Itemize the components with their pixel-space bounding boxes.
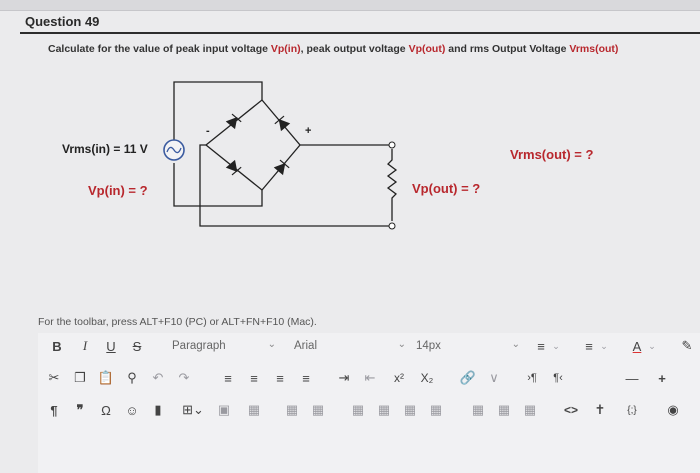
underline-button[interactable]: U (102, 335, 120, 357)
table-delete-icon[interactable]: ▦ (520, 399, 540, 421)
wire-out-neg (199, 144, 392, 227)
table-icon[interactable]: ⊞⌄ (180, 399, 206, 421)
chevron-down-icon[interactable]: ⌄ (598, 335, 610, 357)
terminal-top (388, 141, 396, 149)
table-delete-col-icon[interactable]: ▦ (426, 399, 446, 421)
insert-button[interactable]: + (652, 367, 672, 389)
table-row-icon[interactable]: ▦ (282, 399, 302, 421)
accessibility-icon[interactable]: ✝ (590, 399, 610, 421)
wire-bottom (173, 163, 263, 207)
table-merge-icon[interactable]: ▦ (468, 399, 488, 421)
highlight-pen-icon[interactable]: ✎ (678, 335, 696, 357)
toolbar-row-3: ¶ ❞ Ω ☺ ▮ ⊞⌄ ▣ ▦ ▦ ▦ ▦ ▦ ▦ ▦ ▦ ▦ ▦ <> ✝ … (38, 399, 700, 427)
horizontal-line-button[interactable]: — (622, 367, 642, 389)
vrms-in-label: Vrms(in) = 11 V (62, 142, 148, 156)
table-delete-row-icon[interactable]: ▦ (374, 399, 394, 421)
redo-icon[interactable]: ↷ (174, 367, 194, 389)
table-insert-row-icon[interactable]: ▦ (348, 399, 368, 421)
outdent-icon[interactable]: ⇤ (360, 367, 380, 389)
unlink-icon[interactable]: ∨ (484, 367, 504, 389)
rich-text-editor: B I U S Paragraph ⌄ Arial ⌄ 14px ⌄ ≡ ⌄ ≡… (38, 333, 700, 473)
table-insert-col-icon[interactable]: ▦ (400, 399, 420, 421)
subscript-button[interactable]: X₂ (416, 367, 438, 389)
vp-in-label: Vp(in) = ? (88, 183, 148, 198)
superscript-button[interactable]: x² (388, 367, 410, 389)
terminal-bottom (388, 222, 396, 230)
special-character-button[interactable]: Ω (96, 399, 116, 421)
preview-eye-icon[interactable]: ◉ (662, 399, 684, 421)
font-dropdown-value: Arial (294, 340, 318, 352)
paste-icon[interactable]: 📋 (96, 367, 116, 389)
toolbar-row-2: ✂ ❐ 📋 ⚲ ↶ ↷ ≡ ≡ ≡ ≡ ⇥ ⇤ x² X₂ 🔗 ∨ ›¶ ¶‹ … (38, 367, 700, 395)
align-justify-icon[interactable]: ≡ (296, 367, 316, 389)
image-icon[interactable]: ▣ (214, 399, 234, 421)
align-center-icon[interactable]: ≡ (244, 367, 264, 389)
chevron-down-icon: ⌄ (397, 339, 406, 350)
code-button[interactable]: <> (560, 399, 582, 421)
toolbar-instruction: For the toolbar, press ALT+F10 (PC) or A… (38, 316, 317, 328)
size-dropdown-value: 14px (416, 340, 441, 352)
toolbar-row-1: B I U S Paragraph ⌄ Arial ⌄ 14px ⌄ ≡ ⌄ ≡… (38, 335, 700, 363)
italic-button[interactable]: I (76, 335, 94, 357)
align-left-icon[interactable]: ≡ (218, 367, 238, 389)
format-dropdown[interactable]: Paragraph ⌄ (172, 335, 276, 357)
font-color-button[interactable]: A (628, 335, 646, 357)
align-right-icon[interactable]: ≡ (270, 367, 290, 389)
size-dropdown[interactable]: 14px ⌄ (416, 335, 520, 357)
minus-sign: - (206, 125, 210, 137)
indent-icon[interactable]: ⇥ (334, 367, 354, 389)
table-split-icon[interactable]: ▦ (494, 399, 514, 421)
table-col-icon[interactable]: ▦ (308, 399, 328, 421)
numbered-list-icon[interactable]: ≡ (580, 335, 598, 357)
ltr-icon[interactable]: ›¶ (522, 367, 542, 389)
link-icon[interactable]: 🔗 (458, 367, 478, 389)
media-icon[interactable]: ▦ (244, 399, 264, 421)
bullet-list-icon[interactable]: ≡ (532, 335, 550, 357)
chevron-down-icon: ⌄ (511, 339, 520, 350)
cut-icon[interactable]: ✂ (44, 367, 64, 389)
chevron-down-icon[interactable]: ⌄ (646, 335, 658, 357)
bridge-diamond (204, 99, 301, 191)
rtl-icon[interactable]: ¶‹ (548, 367, 568, 389)
font-dropdown[interactable]: Arial ⌄ (294, 335, 406, 357)
copy-icon[interactable]: ❐ (70, 367, 90, 389)
vp-out-label: Vp(out) = ? (412, 181, 481, 196)
undo-icon[interactable]: ↶ (148, 367, 168, 389)
strikethrough-button[interactable]: S (128, 335, 146, 357)
code-block-button[interactable]: {;} (618, 399, 646, 421)
chevron-down-icon: ⌄ (267, 339, 276, 350)
chevron-down-icon[interactable]: ⌄ (550, 335, 562, 357)
load-resistor (386, 149, 398, 221)
paragraph-button[interactable]: ¶ (44, 399, 64, 421)
bookmark-icon[interactable]: ▮ (148, 399, 168, 421)
blockquote-button[interactable]: ❞ (70, 399, 90, 421)
emoji-icon[interactable]: ☺ (122, 399, 142, 421)
bold-button[interactable]: B (48, 335, 66, 357)
vrms-out-label: Vrms(out) = ? (510, 147, 594, 162)
plus-sign: + (305, 125, 311, 137)
format-dropdown-value: Paragraph (172, 340, 226, 352)
search-icon[interactable]: ⚲ (122, 367, 142, 389)
